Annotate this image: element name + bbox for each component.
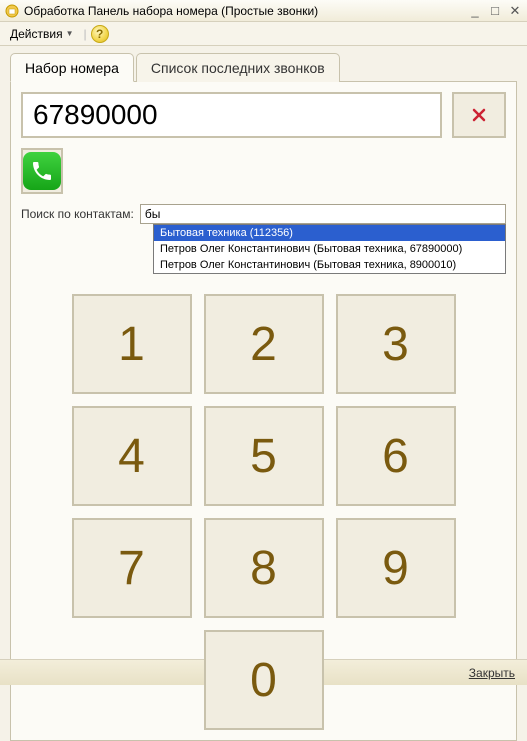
key-3[interactable]: 3 bbox=[336, 294, 456, 394]
call-button[interactable] bbox=[21, 148, 63, 194]
key-7[interactable]: 7 bbox=[72, 518, 192, 618]
key-0[interactable]: 0 bbox=[204, 630, 324, 730]
maximize-button[interactable]: □ bbox=[487, 4, 503, 18]
menubar: Действия ▼ | ? bbox=[0, 22, 527, 46]
clear-icon bbox=[471, 107, 487, 123]
search-dropdown: Бытовая техника (112356) Петров Олег Кон… bbox=[153, 224, 506, 274]
dropdown-item[interactable]: Петров Олег Константинович (Бытовая техн… bbox=[154, 241, 505, 257]
key-5[interactable]: 5 bbox=[204, 406, 324, 506]
app-icon bbox=[4, 3, 20, 19]
tabs: Набор номера Список последних звонков bbox=[10, 52, 517, 82]
menu-separator: | bbox=[84, 27, 87, 41]
content-area: Набор номера Список последних звонков По… bbox=[0, 46, 527, 741]
dial-panel: Поиск по контактам: Бытовая техника (112… bbox=[10, 82, 517, 741]
help-icon: ? bbox=[96, 27, 103, 41]
keypad: 1 2 3 4 5 6 7 8 9 0 bbox=[21, 294, 506, 730]
window-controls: _ □ ✕ bbox=[467, 4, 523, 18]
tab-dial[interactable]: Набор номера bbox=[10, 53, 134, 82]
dropdown-item[interactable]: Бытовая техника (112356) bbox=[154, 225, 505, 241]
key-1[interactable]: 1 bbox=[72, 294, 192, 394]
key-9[interactable]: 9 bbox=[336, 518, 456, 618]
chevron-down-icon: ▼ bbox=[66, 29, 74, 38]
minimize-button[interactable]: _ bbox=[467, 4, 483, 18]
clear-button[interactable] bbox=[452, 92, 506, 138]
window-title: Обработка Панель набора номера (Простые … bbox=[24, 4, 467, 18]
key-4[interactable]: 4 bbox=[72, 406, 192, 506]
search-input[interactable] bbox=[140, 204, 506, 224]
key-8[interactable]: 8 bbox=[204, 518, 324, 618]
actions-label: Действия bbox=[10, 27, 63, 41]
actions-menu[interactable]: Действия ▼ bbox=[4, 25, 80, 43]
tab-recent[interactable]: Список последних звонков bbox=[136, 53, 340, 82]
phone-icon bbox=[23, 152, 61, 190]
number-input[interactable] bbox=[21, 92, 442, 138]
search-label: Поиск по контактам: bbox=[21, 207, 134, 221]
key-2[interactable]: 2 bbox=[204, 294, 324, 394]
close-button[interactable]: ✕ bbox=[507, 4, 523, 18]
search-row: Поиск по контактам: Бытовая техника (112… bbox=[21, 204, 506, 224]
key-6[interactable]: 6 bbox=[336, 406, 456, 506]
titlebar: Обработка Панель набора номера (Простые … bbox=[0, 0, 527, 22]
dial-row bbox=[21, 92, 506, 138]
dropdown-item[interactable]: Петров Олег Константинович (Бытовая техн… bbox=[154, 257, 505, 273]
help-button[interactable]: ? bbox=[91, 25, 109, 43]
